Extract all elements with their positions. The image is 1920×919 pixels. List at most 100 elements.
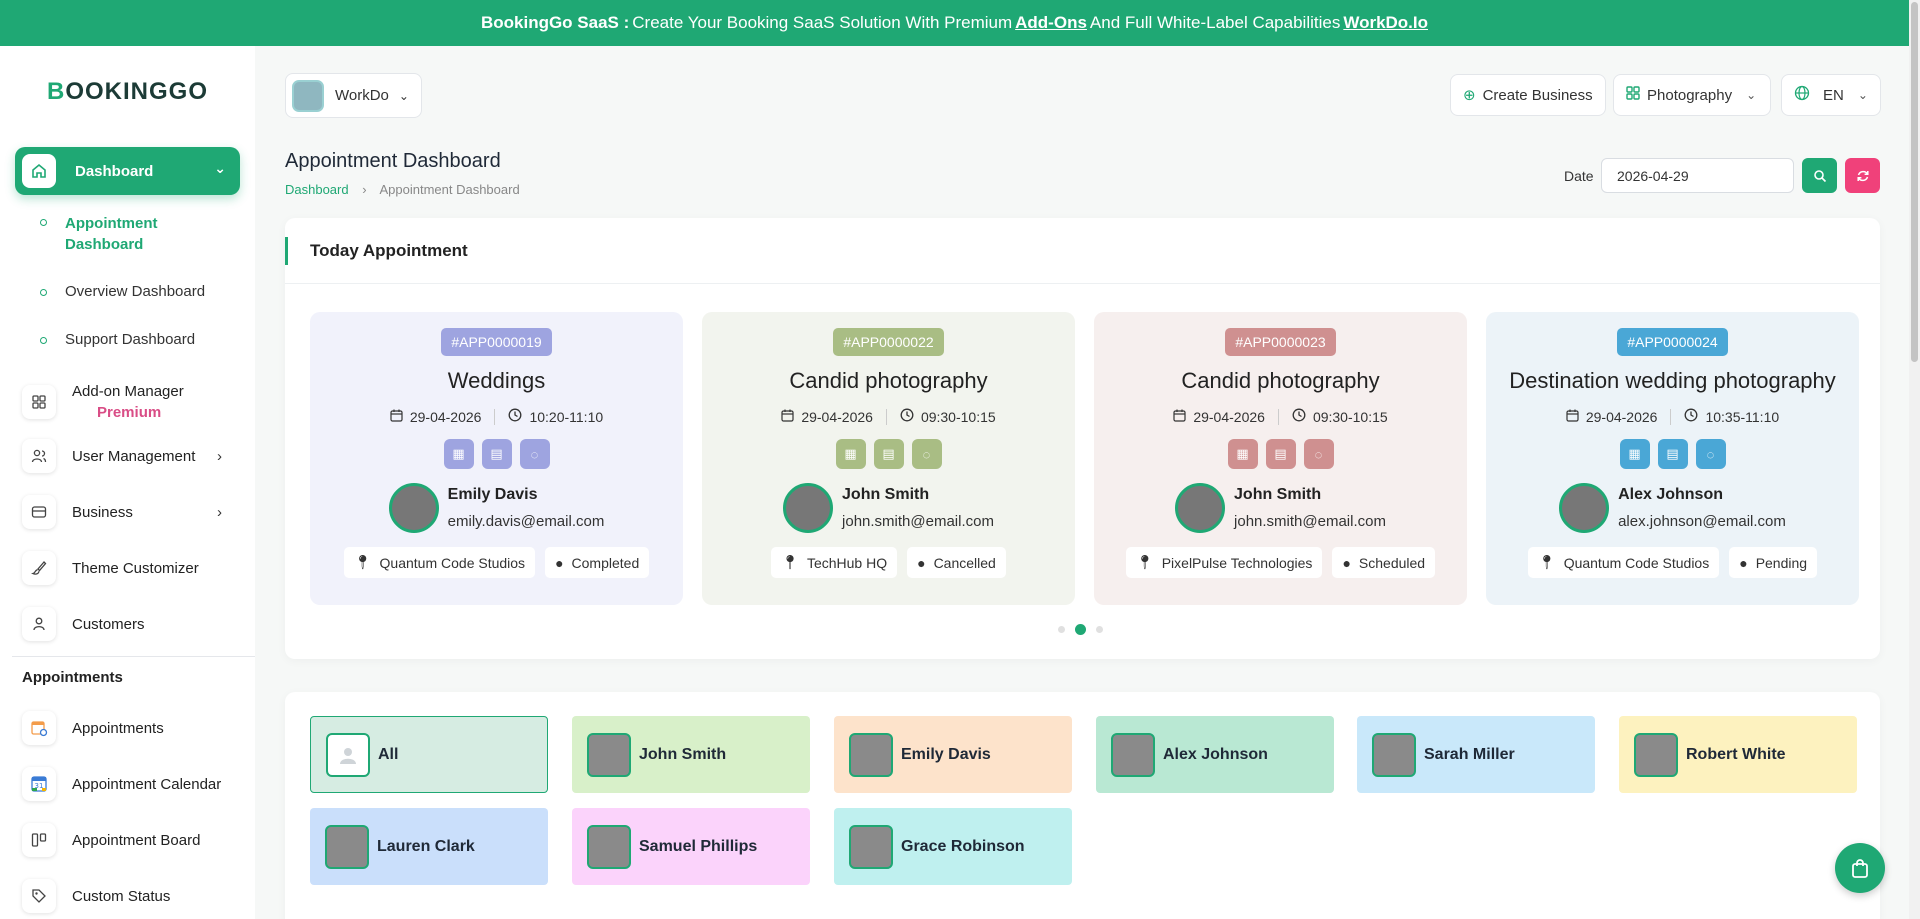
clock-icon <box>900 408 914 425</box>
breadcrumb: Dashboard › Appointment Dashboard <box>285 182 520 197</box>
status-badge: ● Pending <box>1729 547 1818 578</box>
sidebar-subitem-overview-dashboard[interactable]: Overview Dashboard <box>40 283 205 300</box>
staff-filter-item[interactable]: Alex Johnson <box>1096 716 1334 793</box>
card-actions: ▦ ▤ ◌ <box>1486 439 1859 469</box>
view-icon[interactable]: ▦ <box>1227 439 1258 469</box>
user-placeholder-icon <box>326 732 370 777</box>
staff-name: Robert White <box>1686 745 1786 763</box>
date-input[interactable]: 2026-04-29 <box>1601 158 1794 193</box>
appointment-time: 09:30-10:15 <box>1312 408 1388 425</box>
status-change-icon[interactable]: ◌ <box>519 439 550 469</box>
sidebar-divider <box>12 656 255 657</box>
status-badge: ● Scheduled <box>1332 547 1436 578</box>
appointment-card[interactable]: #APP0000019 Weddings 29-04-2026 10:20-11… <box>310 312 683 605</box>
create-business-button[interactable]: ⊕ Create Business <box>1450 74 1606 116</box>
staff-name: Samuel Phillips <box>639 837 758 855</box>
staff-filter-all[interactable]: All <box>310 716 548 793</box>
appointment-datetime: 29-04-2026 09:30-10:15 <box>702 408 1075 425</box>
appointments-icon <box>22 711 56 745</box>
customer-email: john.smith@email.com <box>842 513 994 530</box>
staff-filter-item[interactable]: Grace Robinson <box>834 808 1072 885</box>
vertical-scrollbar[interactable] <box>1909 0 1920 919</box>
staff-name: John Smith <box>639 745 727 763</box>
calendar-icon <box>390 409 403 425</box>
staff-filter-item[interactable]: Emily Davis <box>834 716 1072 793</box>
chevron-down-icon: ⌄ <box>398 88 409 103</box>
staff-filter-item[interactable]: Sarah Miller <box>1357 716 1595 793</box>
sidebar-item-label: Add-on Manager <box>72 383 184 400</box>
logo[interactable]: BOOKINGGO <box>47 78 208 106</box>
carousel-dot[interactable] <box>1096 626 1103 633</box>
sidebar-item-label: Theme Customizer <box>72 559 199 577</box>
sidebar-item-customers[interactable]: Customers <box>22 604 240 644</box>
status-change-icon[interactable]: ◌ <box>1303 439 1334 469</box>
chevron-down-icon: ⌄ <box>1857 88 1868 102</box>
status-badge: ● Cancelled <box>907 547 1006 578</box>
reschedule-icon[interactable]: ▤ <box>481 439 512 469</box>
sidebar-item-theme-customizer[interactable]: Theme Customizer <box>22 548 240 588</box>
sidebar-item-dashboard[interactable]: Dashboard ⌄ <box>15 147 240 195</box>
scrollbar-thumb[interactable] <box>1911 2 1918 362</box>
globe-icon <box>1794 85 1810 105</box>
chevron-down-icon: ⌄ <box>1746 88 1757 102</box>
sidebar-item-appointments[interactable]: Appointments <box>22 708 240 748</box>
appointment-card[interactable]: #APP0000024 Destination wedding photogra… <box>1486 312 1859 605</box>
sidebar-item-addon-manager[interactable]: Add-on Manager Premium <box>22 375 240 429</box>
service-title: Candid photography <box>789 368 988 393</box>
card-actions: ▦ ▤ ◌ <box>702 439 1075 469</box>
view-icon[interactable]: ▦ <box>1619 439 1650 469</box>
sidebar-item-custom-status[interactable]: Custom Status <box>22 876 240 916</box>
staff-filter-item[interactable]: John Smith <box>572 716 810 793</box>
appointment-card[interactable]: #APP0000023 Candid photography 29-04-202… <box>1094 312 1467 605</box>
chevron-right-icon: › <box>362 182 367 197</box>
appointment-card[interactable]: #APP0000022 Candid photography 29-04-202… <box>702 312 1075 605</box>
premium-badge: Premium <box>97 404 162 421</box>
search-button[interactable] <box>1802 158 1837 193</box>
status-change-icon[interactable]: ◌ <box>911 439 942 469</box>
sidebar-item-user-management[interactable]: User Management › <box>22 436 240 476</box>
appointment-datetime: 29-04-2026 10:35-11:10 <box>1486 408 1859 425</box>
cart-button[interactable] <box>1835 843 1885 893</box>
carousel-dot[interactable] <box>1058 626 1065 633</box>
users-icon <box>22 439 56 473</box>
avatar <box>849 732 893 777</box>
appointment-time: 10:35-11:10 <box>1705 408 1780 425</box>
sidebar-item-appointment-calendar[interactable]: 31 Appointment Calendar <box>22 764 240 804</box>
avatar <box>1559 483 1610 533</box>
card-actions: ▦ ▤ ◌ <box>310 439 683 469</box>
svg-text:31: 31 <box>35 782 44 790</box>
view-icon[interactable]: ▦ <box>835 439 866 469</box>
breadcrumb-dashboard-link[interactable]: Dashboard <box>285 182 349 197</box>
card-actions: ▦ ▤ ◌ <box>1094 439 1467 469</box>
reschedule-icon[interactable]: ▤ <box>873 439 904 469</box>
staff-filter-item[interactable]: Samuel Phillips <box>572 808 810 885</box>
reschedule-icon[interactable]: ▤ <box>1657 439 1688 469</box>
bullet-icon <box>40 219 47 226</box>
status-change-icon[interactable]: ◌ <box>1695 439 1726 469</box>
workspace-avatar <box>292 79 324 112</box>
customer-name: John Smith <box>842 486 930 503</box>
banner-workdo-link[interactable]: WorkDo.Io <box>1343 13 1428 33</box>
reschedule-icon[interactable]: ▤ <box>1265 439 1296 469</box>
banner-text-2: And Full White-Label Capabilities <box>1089 13 1341 32</box>
sidebar-item-label: Appointments <box>72 719 164 737</box>
sidebar-item-business[interactable]: Business › <box>22 492 240 532</box>
sidebar-subitem-appointment-dashboard[interactable]: Appointment Dashboard <box>40 213 175 255</box>
reset-button[interactable] <box>1845 158 1880 193</box>
card-tags: 📍︎ TechHub HQ ● Cancelled <box>702 547 1075 578</box>
category-dropdown[interactable]: Photography ⌄ <box>1613 74 1771 116</box>
carousel-dot-active[interactable] <box>1075 624 1086 635</box>
staff-name: Alex Johnson <box>1163 745 1268 763</box>
sidebar-subitem-support-dashboard[interactable]: Support Dashboard <box>40 331 195 348</box>
accent-bar <box>285 236 288 265</box>
customer-info: Emily Davis emily.davis@email.com <box>310 483 683 533</box>
staff-filter-item[interactable]: Lauren Clark <box>310 808 548 885</box>
language-dropdown[interactable]: EN ⌄ <box>1781 74 1881 116</box>
appointment-code-badge: #APP0000022 <box>833 328 944 356</box>
banner-addons-link[interactable]: Add-Ons <box>1015 13 1087 33</box>
workspace-selector[interactable]: WorkDo ⌄ <box>285 73 422 118</box>
view-icon[interactable]: ▦ <box>443 439 474 469</box>
staff-filter-item[interactable]: Robert White <box>1619 716 1857 793</box>
sidebar-item-appointment-board[interactable]: Appointment Board <box>22 820 240 860</box>
staff-name: Emily Davis <box>901 745 991 763</box>
